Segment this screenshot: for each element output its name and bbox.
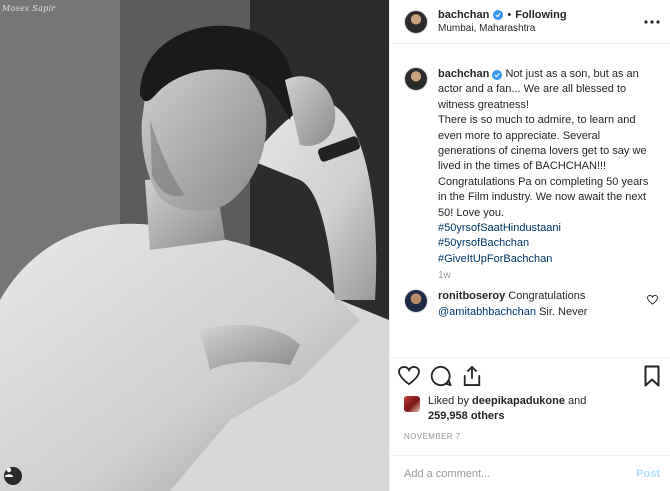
reply-comment: ronitboseroy Congratulations @amitabhbac… — [404, 289, 658, 320]
author-row: bachchan • Following — [438, 9, 567, 21]
caption-avatar[interactable] — [404, 67, 428, 91]
reply-body: ronitboseroy Congratulations @amitabhbac… — [438, 289, 658, 320]
likes-text: Liked by deepikapadukone and 259,958 oth… — [428, 394, 586, 424]
hashtag-link[interactable]: #GiveItUpForBachchan — [438, 252, 658, 267]
share-icon[interactable] — [462, 365, 482, 387]
add-comment-bar: Post — [390, 455, 670, 491]
author-username[interactable]: bachchan — [438, 9, 489, 21]
author-meta: bachchan • Following Mumbai, Maharashtra — [438, 9, 567, 34]
post-header: bachchan • Following Mumbai, Maharashtra — [390, 0, 670, 44]
likes-prefix: Liked by — [428, 395, 469, 407]
caption-body: bachchan Not just as a son, but as an ac… — [438, 67, 658, 267]
post-sidebar: bachchan • Following Mumbai, Maharashtra — [389, 0, 670, 491]
following-button[interactable]: Following — [515, 9, 566, 21]
reply-mention-link[interactable]: @amitabhbachchan — [438, 306, 536, 318]
likes-and: and — [568, 395, 587, 407]
liker-username[interactable]: deepikapadukone — [472, 395, 565, 407]
reply-text-start: Congratulations — [508, 290, 586, 303]
comment-input[interactable] — [404, 467, 637, 480]
hashtag-link[interactable]: #50yrsofBachchan — [438, 236, 658, 251]
caption-line-2: There is so much to admire, to learn and… — [438, 114, 649, 219]
post-comment-button[interactable]: Post — [636, 468, 660, 480]
likes-summary: Liked by deepikapadukone and 259,958 oth… — [404, 394, 658, 424]
instagram-post: Moses Sapir bachchan • Following Mumbai,… — [0, 0, 670, 491]
comment-bubble-icon[interactable] — [430, 365, 452, 387]
caption-timestamp[interactable]: 1w — [438, 270, 658, 281]
reply-text-end: Sir. Never — [539, 305, 588, 318]
verified-icon — [493, 10, 504, 20]
person-icon — [5, 467, 13, 477]
action-bar — [390, 357, 670, 393]
portrait-illustration — [0, 0, 389, 491]
author-avatar[interactable] — [404, 9, 428, 34]
liker-avatar[interactable] — [404, 396, 420, 412]
tagged-people-button[interactable] — [4, 467, 22, 485]
photo-watermark: Moses Sapir — [2, 4, 56, 13]
header-separator: • — [507, 9, 512, 21]
verified-icon — [492, 70, 503, 80]
post-date[interactable]: NOVEMBER 7 — [404, 432, 460, 441]
caption-username[interactable]: bachchan — [438, 68, 489, 80]
comments-section[interactable]: bachchan Not just as a son, but as an ac… — [390, 67, 670, 355]
reply-username[interactable]: ronitboseroy — [438, 290, 505, 302]
likes-count[interactable]: 259,958 others — [428, 410, 504, 422]
bookmark-icon[interactable] — [644, 365, 660, 387]
post-location[interactable]: Mumbai, Maharashtra — [438, 23, 567, 34]
like-comment-heart-icon[interactable] — [647, 295, 658, 305]
hashtag-link[interactable]: #50yrsofSaatHindustaani — [438, 221, 658, 236]
more-options-icon[interactable] — [644, 19, 660, 24]
post-photo[interactable]: Moses Sapir — [0, 0, 389, 491]
caption-comment: bachchan Not just as a son, but as an ac… — [404, 67, 658, 267]
like-heart-icon[interactable] — [398, 365, 420, 386]
reply-avatar[interactable] — [404, 289, 428, 314]
